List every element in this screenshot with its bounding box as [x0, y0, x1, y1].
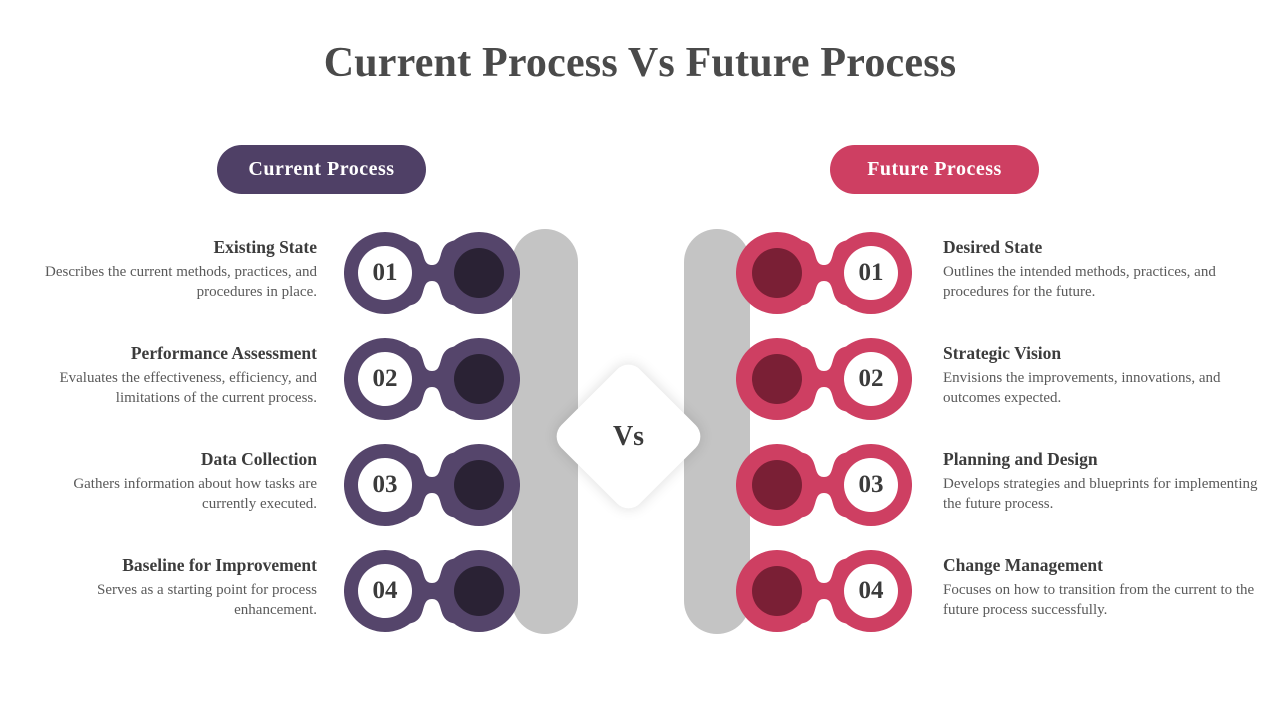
right-item-3-heading: Planning and Design — [943, 449, 1098, 469]
left-marker-2-number: 02 — [372, 365, 398, 392]
right-item-4: Change Management Focuses on how to tran… — [943, 555, 1268, 621]
right-item-2-heading: Strategic Vision — [943, 343, 1062, 363]
right-item-2-body: Envisions the improvements, innovations,… — [943, 370, 1221, 406]
left-item-4-heading: Baseline for Improvement — [122, 555, 317, 575]
left-item-1-heading: Existing State — [213, 237, 317, 257]
left-item-2-body: Evaluates the effectiveness, efficiency,… — [59, 370, 317, 406]
right-item-2: Strategic Vision Envisions the improveme… — [943, 343, 1268, 409]
right-item-4-body: Focuses on how to transition from the cu… — [943, 582, 1255, 618]
left-marker-3-number: 03 — [372, 471, 398, 498]
left-marker-4: 04 — [344, 550, 520, 632]
left-item-3-body: Gathers information about how tasks are … — [73, 476, 317, 512]
vs-label: Vs — [612, 420, 645, 452]
right-marker-3: 03 — [736, 444, 912, 526]
left-marker-3: 03 — [344, 444, 520, 526]
left-marker-1: 01 — [344, 232, 520, 314]
right-marker-4: 04 — [736, 550, 912, 632]
left-marker-4-number: 04 — [372, 577, 398, 604]
badge-current-process-label: Current Process — [248, 158, 395, 180]
page-title: Current Process Vs Future Process — [323, 40, 957, 86]
right-item-4-heading: Change Management — [943, 555, 1103, 575]
left-item-1: Existing State Describes the current met… — [17, 237, 317, 303]
badge-current-process: Current Process — [217, 145, 426, 194]
left-item-4-body: Serves as a starting point for process e… — [97, 582, 317, 618]
badge-future-process: Future Process — [830, 145, 1039, 194]
badge-future-process-label: Future Process — [867, 158, 1002, 180]
right-marker-2-number: 02 — [858, 365, 884, 392]
left-item-3: Data Collection Gathers information abou… — [17, 449, 317, 515]
left-item-1-body: Describes the current methods, practices… — [45, 264, 317, 300]
right-item-1-heading: Desired State — [943, 237, 1043, 257]
left-item-3-heading: Data Collection — [200, 449, 317, 469]
right-marker-4-number: 04 — [858, 577, 884, 604]
right-marker-3-number: 03 — [858, 471, 884, 498]
left-marker-1-number: 01 — [372, 259, 398, 286]
right-item-3-body: Develops strategies and blueprints for i… — [943, 476, 1258, 512]
right-marker-1: 01 — [736, 232, 912, 314]
left-item-2-heading: Performance Assessment — [130, 343, 317, 363]
right-item-3: Planning and Design Develops strategies … — [943, 449, 1268, 515]
left-marker-2: 02 — [344, 338, 520, 420]
right-item-1: Desired State Outlines the intended meth… — [943, 237, 1268, 303]
right-item-1-body: Outlines the intended methods, practices… — [943, 264, 1216, 300]
left-item-2: Performance Assessment Evaluates the eff… — [17, 343, 317, 409]
left-item-4: Baseline for Improvement Serves as a sta… — [17, 555, 317, 621]
right-marker-2: 02 — [736, 338, 912, 420]
right-marker-1-number: 01 — [858, 259, 884, 286]
slide-canvas: Current Process Vs Future Process Curren… — [0, 0, 1280, 720]
